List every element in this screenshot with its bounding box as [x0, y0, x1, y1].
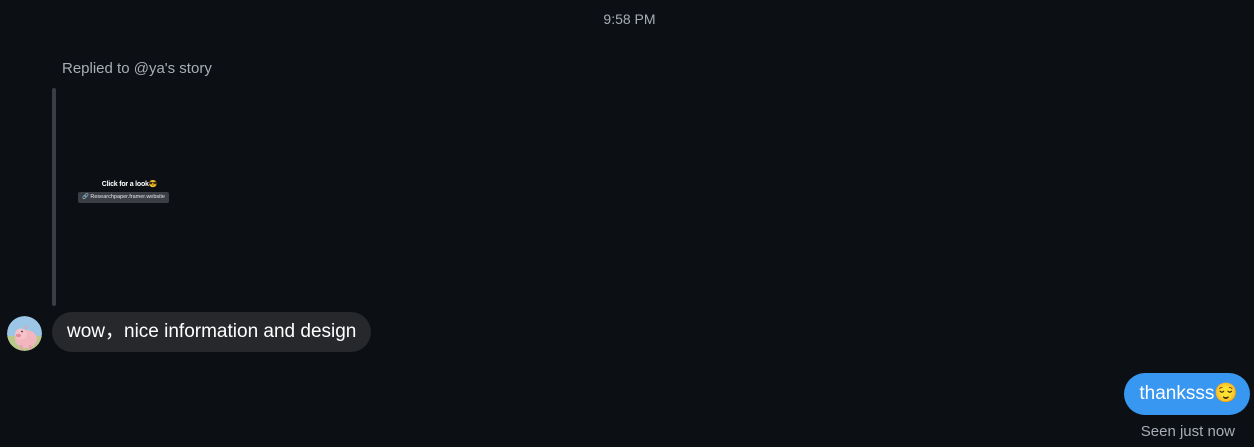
message-timestamp: 9:58 PM [603, 11, 656, 27]
story-link-sticker[interactable]: 🔗 Researchpaper.framer.website [78, 192, 169, 203]
reply-quote-bar [52, 88, 56, 306]
pig-avatar-icon [7, 316, 42, 351]
seen-status: Seen just now [1140, 423, 1235, 440]
chat-thread: 9:58 PM Replied to @ya's story Click for… [0, 0, 1254, 447]
story-preview[interactable]: Click for a look😎 🔗 Researchpaper.framer… [58, 88, 198, 306]
story-caption: Click for a look😎 [101, 181, 158, 188]
story-reply-label: Replied to @ya's story [62, 60, 212, 77]
incoming-message-bubble[interactable]: wow，nice information and design [52, 312, 372, 352]
sender-avatar[interactable] [7, 316, 42, 351]
outgoing-message-bubble[interactable]: thanksss😌 [1124, 373, 1250, 415]
